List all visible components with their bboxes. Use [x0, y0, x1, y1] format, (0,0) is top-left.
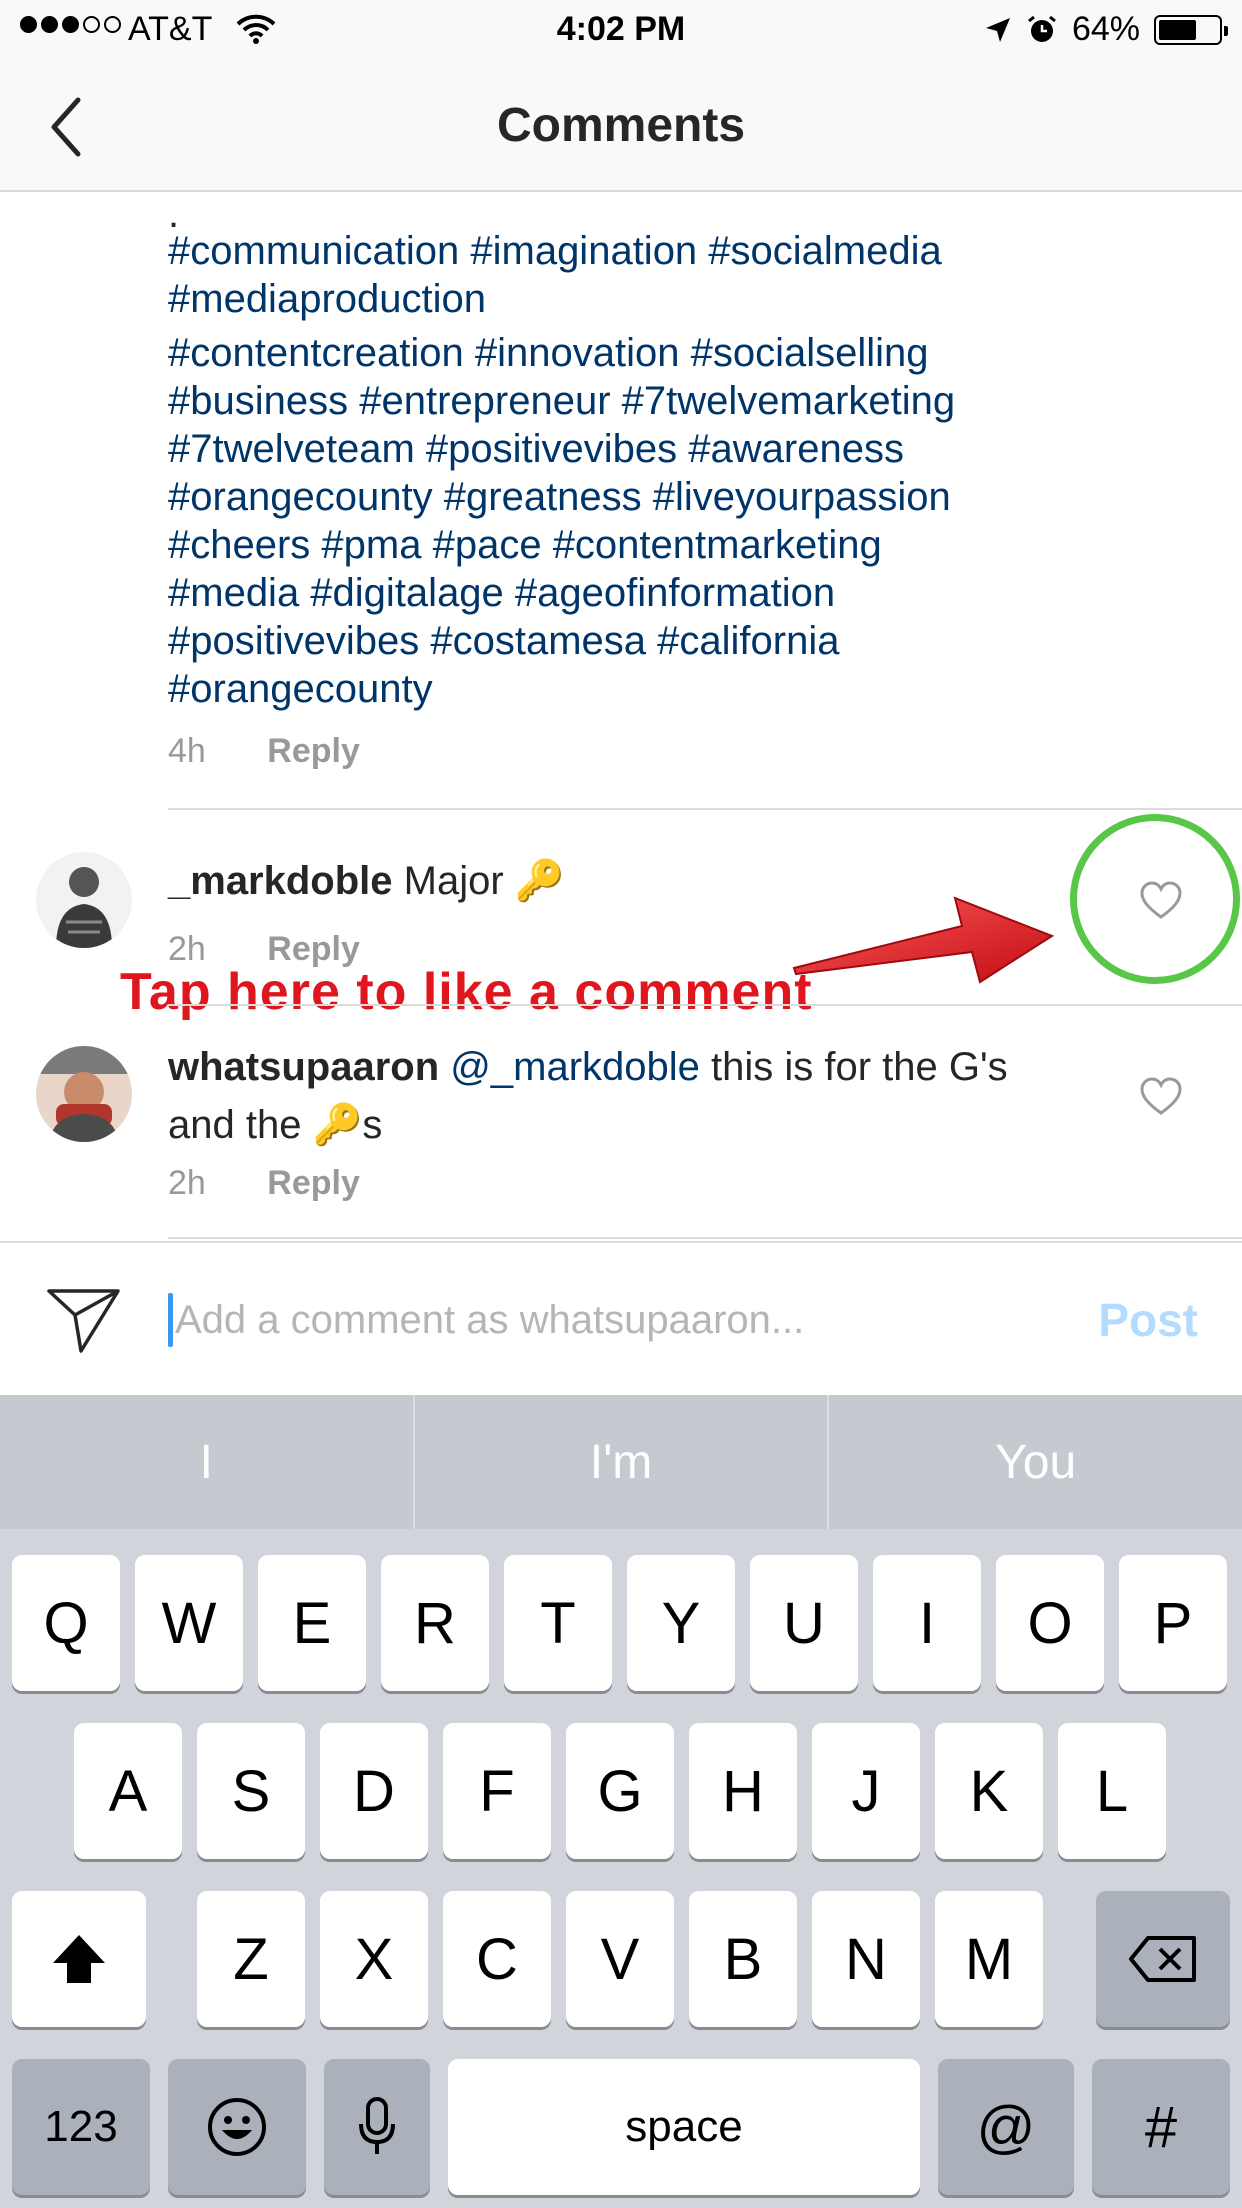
key-t[interactable]: T [504, 1555, 612, 1691]
key-f[interactable]: F [443, 1723, 551, 1859]
location-arrow-icon [985, 17, 1010, 42]
reply-button[interactable]: Reply [267, 732, 360, 770]
key-x[interactable]: X [320, 1891, 428, 2027]
key-o[interactable]: O [996, 1555, 1104, 1691]
key-h[interactable]: H [689, 1723, 797, 1859]
suggestion[interactable]: I'm [415, 1395, 828, 1529]
comment-username[interactable]: whatsupaaron [168, 1045, 439, 1089]
red-arrow-icon [792, 896, 1055, 984]
key-n[interactable]: N [812, 1891, 920, 2027]
emoji-key[interactable] [168, 2059, 306, 2195]
key-c[interactable]: C [443, 1891, 551, 2027]
keyboard: I I'm You Q W E R T Y U I O P A S D F G … [0, 1395, 1242, 2208]
hash-key[interactable]: # [1092, 2059, 1230, 2195]
comment-body-continued: and the 🔑s [168, 1103, 383, 1147]
backspace-icon [1129, 1936, 1196, 1982]
space-key[interactable]: space [448, 2059, 920, 2195]
comment-body: this is for the G's [699, 1045, 1008, 1089]
hashtag-line[interactable]: #communication #imagination #socialmedia [168, 227, 1208, 275]
shift-arrow-icon [53, 1935, 105, 1983]
comment-meta: 2h Reply [168, 1164, 360, 1203]
key-l[interactable]: L [1058, 1723, 1166, 1859]
hashtag-line[interactable]: #orangecounty #greatness #liveyourpassio… [168, 473, 1208, 521]
key-p[interactable]: P [1119, 1555, 1227, 1691]
comment-mention[interactable]: @_markdoble [450, 1045, 700, 1089]
caption-meta: 4h Reply [168, 732, 360, 771]
key-d[interactable]: D [320, 1723, 428, 1859]
alarm-clock-icon [1028, 15, 1056, 42]
heart-icon[interactable] [1139, 1076, 1183, 1116]
divider [168, 1237, 1242, 1239]
dictation-key[interactable] [324, 2059, 430, 2195]
hashtag-line[interactable]: #business #entrepreneur #7twelvemarketin… [168, 377, 1208, 425]
hashtag-line[interactable]: #contentcreation #innovation #socialsell… [168, 329, 1208, 377]
hashtag-line[interactable]: #orangecounty [168, 665, 1208, 713]
key-y[interactable]: Y [627, 1555, 735, 1691]
keyboard-suggestions: I I'm You [0, 1395, 1242, 1529]
caption-hashtags: #communication #imagination #socialmedia… [168, 227, 1208, 713]
emoji-icon [208, 2098, 266, 2156]
key-b[interactable]: B [689, 1891, 797, 2027]
shift-key[interactable] [12, 1891, 146, 2027]
battery-percent: 64% [1071, 10, 1140, 48]
page-title: Comments [496, 99, 746, 152]
nav-bar: Comments [0, 60, 1242, 192]
at-key[interactable]: @ [938, 2059, 1074, 2195]
hashtag-line[interactable]: #cheers #pma #pace #contentmarketing [168, 521, 1208, 569]
comment-body: Major 🔑 [403, 859, 565, 903]
divider [168, 808, 1242, 810]
hashtag-line[interactable]: #7twelveteam #positivevibes #awareness [168, 425, 1208, 473]
suggestion[interactable]: You [829, 1395, 1242, 1529]
key-w[interactable]: W [135, 1555, 243, 1691]
comment-text: whatsupaaron @_markdoble this is for the… [168, 1038, 1128, 1154]
post-button[interactable]: Post [1098, 1293, 1198, 1347]
hashtag-line[interactable]: #mediaproduction [168, 275, 1208, 323]
comment-time: 2h [168, 1164, 206, 1202]
comment-username[interactable]: _markdoble [168, 859, 393, 903]
numbers-key[interactable]: 123 [12, 2059, 150, 2195]
key-g[interactable]: G [566, 1723, 674, 1859]
key-q[interactable]: Q [12, 1555, 120, 1691]
suggestion[interactable]: I [0, 1395, 413, 1529]
key-z[interactable]: Z [197, 1891, 305, 2027]
key-i[interactable]: I [873, 1555, 981, 1691]
key-k[interactable]: K [935, 1723, 1043, 1859]
key-s[interactable]: S [197, 1723, 305, 1859]
key-r[interactable]: R [381, 1555, 489, 1691]
reply-button[interactable]: Reply [267, 1164, 360, 1202]
comment-time: 4h [168, 732, 206, 770]
avatar[interactable] [36, 1046, 132, 1142]
battery-icon [1154, 14, 1228, 45]
delete-key[interactable] [1096, 1891, 1230, 2027]
key-m[interactable]: M [935, 1891, 1043, 2027]
paper-plane-icon[interactable] [46, 1285, 122, 1355]
key-a[interactable]: A [74, 1723, 182, 1859]
highlight-circle [1070, 814, 1240, 984]
text-cursor [168, 1293, 173, 1347]
key-u[interactable]: U [750, 1555, 858, 1691]
key-e[interactable]: E [258, 1555, 366, 1691]
avatar[interactable] [36, 852, 132, 948]
key-j[interactable]: J [812, 1723, 920, 1859]
status-bar: AT&T 4:02 PM 64% [0, 0, 1242, 60]
hashtag-line[interactable]: #media #digitalage #ageofinformation [168, 569, 1208, 617]
comment-input-bar: Post [0, 1241, 1242, 1395]
hashtag-line[interactable]: #positivevibes #costamesa #california [168, 617, 1208, 665]
microphone-icon [359, 2097, 395, 2154]
divider [168, 1004, 1242, 1006]
comments-list[interactable]: . #communication #imagination #socialmed… [0, 192, 1242, 1241]
key-v[interactable]: V [566, 1891, 674, 2027]
annotation-text: Tap here to like a comment [120, 963, 813, 1021]
comment-input[interactable] [175, 1283, 1055, 1357]
